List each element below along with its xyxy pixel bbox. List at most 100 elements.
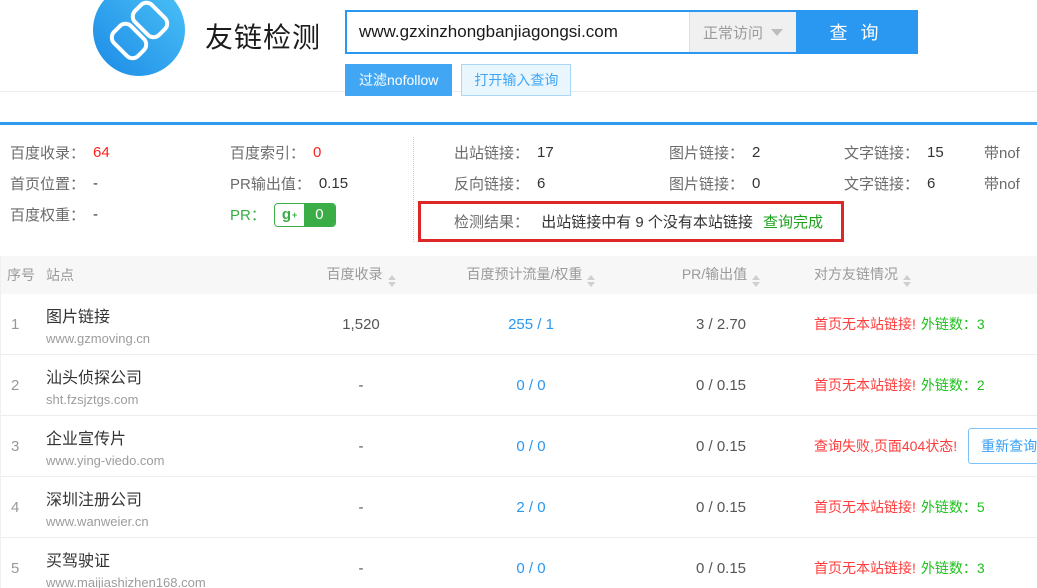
col-header-pr-output[interactable]: PR/输出值 [641,264,801,287]
row-index: 1 [1,316,46,333]
pr-output-cell: 0 / 0.15 [641,499,801,516]
flow-weight-link[interactable]: 0 / 0 [516,377,545,394]
site-url: www.gzmoving.cn [46,331,301,346]
status-error-text: 首页无本站链接! [814,314,916,334]
link-status-cell: 首页无本站链接! 外链数：5 [801,497,1037,517]
flow-weight-link[interactable]: 255 / 1 [508,316,554,333]
site-cell: 企业宣传片 www.ying-viedo.com [46,425,301,468]
row-index: 3 [1,438,46,455]
access-mode-value: 正常访问 [703,22,763,43]
site-name: 汕头侦探公司 [46,364,301,388]
baidu-included-cell: - [301,560,421,577]
search-bar: 正常访问 查 询 [345,10,918,54]
link-status-cell: 首页无本站链接! 外链数：3 [801,314,1037,334]
flow-weight-cell: 255 / 1 [421,316,641,333]
table-body: 1 图片链接 www.gzmoving.cn 1,520 255 / 1 3 /… [1,294,1037,588]
stat-back-links: 反向链接： 6 [454,168,669,199]
status-error-text: 首页无本站链接! [814,375,916,395]
status-outlinks-text: 外链数：3 [921,558,985,578]
detection-result-label: 检测结果： [454,214,529,231]
filter-nofollow-button[interactable]: 过滤nofollow [345,64,452,96]
stat-baidu-weight: 百度权重： - [10,199,230,230]
stats-back-row: 反向链接： 6 图片链接： 0 文字链接： 6 带nof [414,168,1037,199]
friend-links-table: 序号 站点 百度收录 百度预计流量/权重 PR/输出值 对方友链情况 1 图片链… [0,256,1037,588]
sub-buttons: 过滤nofollow 打开输入查询 [345,64,571,96]
flow-weight-cell: 2 / 0 [421,499,641,516]
status-outlinks-text: 外链数：2 [921,375,985,395]
stats-left-group: 百度收录： 64 百度索引： 0 首页位置： - PR输出值： 0.15 百度权… [0,137,413,242]
flow-weight-link[interactable]: 0 / 0 [516,438,545,455]
status-error-text: 查询失败,页面404状态! [814,436,957,456]
retry-query-button[interactable]: 重新查询 [968,428,1037,464]
stat-pr-output: PR输出值： 0.15 [230,168,413,199]
pr-output-cell: 0 / 0.15 [641,438,801,455]
stat-out-text-links: 文字链接： 15 [844,137,984,168]
sort-icon [752,275,760,287]
baidu-included-cell: - [301,499,421,516]
site-name: 深圳注册公司 [46,486,301,510]
site-url: sht.fzsjztgs.com [46,392,301,407]
stat-back-text-links: 文字链接： 6 [844,168,984,199]
baidu-included-cell: - [301,438,421,455]
query-complete-link[interactable]: 查询完成 [763,214,823,231]
sort-icon [388,275,396,287]
flow-weight-cell: 0 / 0 [421,438,641,455]
google-plus-icon: g+ [275,204,304,226]
stats-right-group: 出站链接： 17 图片链接： 2 文字链接： 15 带nof 反向链接： 6 图… [413,137,1037,242]
stat-baidu-included: 百度收录： 64 [10,137,230,168]
site-cell: 买驾驶证 www.maijiashizhen168.com [46,547,301,588]
link-status-cell: 首页无本站链接! 外链数：3 [801,558,1037,578]
table-row: 2 汕头侦探公司 sht.fzsjztgs.com - 0 / 0 0 / 0.… [1,355,1037,416]
site-name: 买驾驶证 [46,547,301,571]
sort-icon [903,275,911,287]
stat-out-links: 出站链接： 17 [454,137,669,168]
chevron-down-icon [771,29,783,36]
flow-weight-link[interactable]: 2 / 0 [516,499,545,516]
pr-output-cell: 0 / 0.15 [641,377,801,394]
table-row: 4 深圳注册公司 www.wanweier.cn - 2 / 0 0 / 0.1… [1,477,1037,538]
stats-out-row: 出站链接： 17 图片链接： 2 文字链接： 15 带nof [414,137,1037,168]
pr-output-cell: 0 / 0.15 [641,560,801,577]
stat-pr: PR： g+ 0 [230,199,413,230]
page-title: 友链检测 [205,16,321,56]
site-url: www.wanweier.cn [46,514,301,529]
site-cell: 图片链接 www.gzmoving.cn [46,303,301,346]
stat-home-position: 首页位置： - [10,168,230,199]
google-pr-badge: g+ 0 [274,203,336,227]
query-button[interactable]: 查 询 [796,12,916,52]
status-error-text: 首页无本站链接! [814,497,916,517]
site-cell: 汕头侦探公司 sht.fzsjztgs.com [46,364,301,407]
stats-panel: 百度收录： 64 百度索引： 0 首页位置： - PR输出值： 0.15 百度权… [0,122,1037,252]
flow-weight-cell: 0 / 0 [421,560,641,577]
col-header-link-status[interactable]: 对方友链情况 [801,264,1037,287]
link-status-cell: 查询失败,页面404状态! 重新查询 [801,428,1037,464]
table-row: 1 图片链接 www.gzmoving.cn 1,520 255 / 1 3 /… [1,294,1037,355]
col-header-index: 序号 [1,265,46,285]
site-name: 图片链接 [46,303,301,327]
access-mode-dropdown[interactable]: 正常访问 [689,12,796,52]
col-header-site: 站点 [46,265,301,285]
site-name: 企业宣传片 [46,425,301,449]
col-header-baidu-included[interactable]: 百度收录 [301,264,421,287]
table-row: 3 企业宣传片 www.ying-viedo.com - 0 / 0 0 / 0… [1,416,1037,477]
row-index: 2 [1,377,46,394]
stat-out-img-links: 图片链接： 2 [669,137,844,168]
link-status-cell: 首页无本站链接! 外链数：2 [801,375,1037,395]
status-outlinks-text: 外链数：3 [921,314,985,334]
row-index: 5 [1,560,46,577]
url-input[interactable] [347,12,689,52]
flow-weight-link[interactable]: 0 / 0 [516,560,545,577]
detection-result-box: 检测结果： 出站链接中有 9 个没有本站链接 查询完成 [418,201,844,242]
stat-back-nofollow: 带nof [984,168,1037,199]
baidu-included-cell: - [301,377,421,394]
status-error-text: 首页无本站链接! [814,558,916,578]
open-input-query-button[interactable]: 打开输入查询 [461,64,571,96]
stat-baidu-index: 百度索引： 0 [230,137,413,168]
site-url: www.ying-viedo.com [46,453,301,468]
col-header-flow-weight[interactable]: 百度预计流量/权重 [421,264,641,287]
status-outlinks-text: 外链数：5 [921,497,985,517]
flow-weight-cell: 0 / 0 [421,377,641,394]
stat-back-img-links: 图片链接： 0 [669,168,844,199]
pr-output-cell: 3 / 2.70 [641,316,801,333]
site-cell: 深圳注册公司 www.wanweier.cn [46,486,301,529]
